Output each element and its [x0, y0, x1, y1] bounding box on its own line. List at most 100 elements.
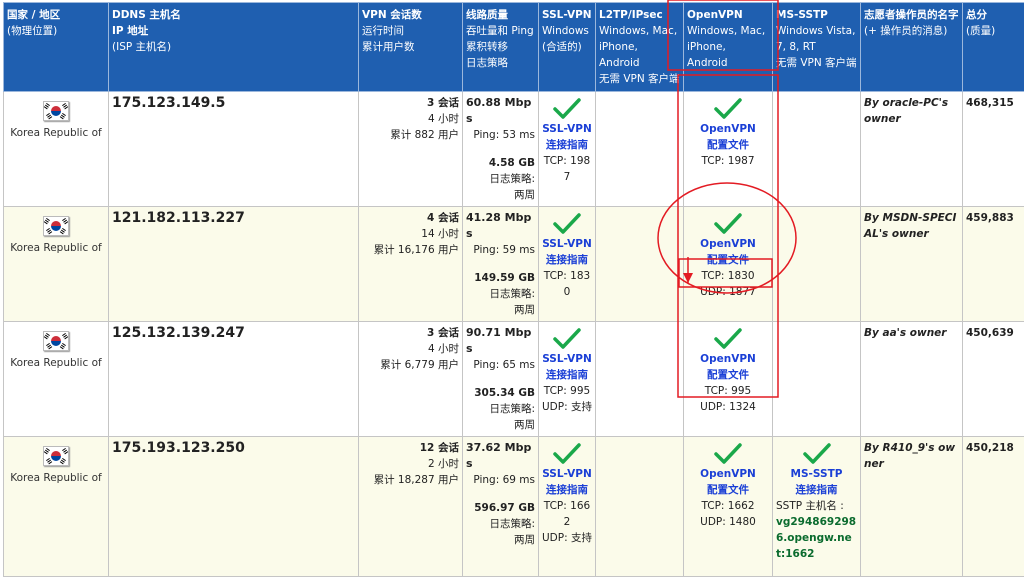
openvpn-udp-port: UDP: 1877 — [700, 286, 756, 298]
ssl-vpn-cell: SSL-VPN连接指南TCP: 1987 — [539, 92, 596, 207]
openvpn-tcp-port: TCP: 1830 — [701, 270, 754, 282]
table-row: Korea Republic of175.123.149.53 会话4 小时累计… — [4, 92, 1024, 207]
uptime: 4 小时 — [428, 343, 459, 355]
header-country[interactable]: 国家 / 地区(物理位置) — [4, 3, 109, 92]
country-name: Korea Republic of — [10, 242, 101, 254]
ssl-tcp-port: TCP: 995 — [544, 385, 590, 397]
score-cell: 459,883 — [963, 207, 1024, 322]
log-policy-label: 日志策略: — [466, 171, 535, 187]
openvpn-config-link[interactable]: 配置文件 — [687, 367, 769, 383]
openvpn-udp-port: UDP: 1480 — [700, 516, 756, 528]
ssl-guide-link[interactable]: 连接指南 — [542, 137, 592, 153]
score: 468,315 — [966, 97, 1014, 109]
openvpn-link[interactable]: OpenVPN — [687, 236, 769, 252]
ms-sstp-cell — [773, 92, 861, 207]
log-policy: 两周 — [466, 302, 535, 318]
header-score[interactable]: 总分(质量) — [963, 3, 1024, 92]
openvpn-cell: OpenVPN配置文件TCP: 1987 — [684, 92, 773, 207]
session-count: 3 会话 — [427, 97, 459, 109]
openvpn-check-icon — [713, 327, 743, 351]
header-line-quality[interactable]: 线路质量吞吐量和 Ping累积转移日志策略 — [463, 3, 539, 92]
cumulative-users: 累计 16,176 用户 — [374, 244, 459, 256]
openvpn-tcp-port: TCP: 1662 — [701, 500, 754, 512]
line-quality-cell: 37.62 MbpsPing: 69 ms596.97 GB日志策略:两周 — [463, 437, 539, 577]
ssl-vpn-link[interactable]: SSL-VPN — [542, 236, 592, 252]
openvpn-config-link[interactable]: 配置文件 — [687, 482, 769, 498]
transfer: 149.59 GB — [466, 270, 535, 286]
l2tp-cell — [596, 322, 684, 437]
transfer: 596.97 GB — [466, 500, 535, 516]
header-ddns[interactable]: DDNS 主机名IP 地址(ISP 主机名) — [109, 3, 359, 92]
sessions-cell: 3 会话4 小时累计 882 用户 — [359, 92, 463, 207]
openvpn-link[interactable]: OpenVPN — [687, 351, 769, 367]
openvpn-link[interactable]: OpenVPN — [687, 121, 769, 137]
sstp-hostname: vg2948692986.opengw.net:1662 — [776, 516, 856, 560]
uptime: 4 小时 — [428, 113, 459, 125]
uptime: 14 小时 — [421, 228, 459, 240]
header-openvpn[interactable]: OpenVPNWindows, Mac,iPhone, Android — [684, 3, 773, 92]
cumulative-users: 累计 18,287 用户 — [374, 474, 459, 486]
vpn-server-table: 国家 / 地区(物理位置) DDNS 主机名IP 地址(ISP 主机名) VPN… — [3, 2, 1024, 577]
session-count: 3 会话 — [427, 327, 459, 339]
sstp-link[interactable]: MS-SSTP — [776, 466, 857, 482]
operator-cell: By R410_9's owner — [861, 437, 963, 577]
cumulative-users: 累计 6,779 用户 — [380, 359, 459, 371]
ssl-tcp-port: TCP: 1662 — [544, 500, 590, 528]
throughput: 37.62 Mbps — [466, 441, 531, 470]
log-policy-label: 日志策略: — [466, 286, 535, 302]
ping: Ping: 69 ms — [466, 472, 535, 488]
score-cell: 468,315 — [963, 92, 1024, 207]
header-ssl-vpn[interactable]: SSL-VPNWindows(合适的) — [539, 3, 596, 92]
openvpn-config-link[interactable]: 配置文件 — [687, 137, 769, 153]
line-quality-cell: 41.28 MbpsPing: 59 ms149.59 GB日志策略:两周 — [463, 207, 539, 322]
operator-name: By MSDN-SPECIAL's owner — [864, 212, 956, 240]
log-policy: 两周 — [466, 187, 535, 203]
openvpn-check-icon — [713, 442, 743, 466]
ms-sstp-cell — [773, 322, 861, 437]
line-quality-cell: 60.88 MbpsPing: 53 ms4.58 GB日志策略:两周 — [463, 92, 539, 207]
ssl-vpn-link[interactable]: SSL-VPN — [542, 351, 592, 367]
score: 459,883 — [966, 212, 1014, 224]
header-sessions[interactable]: VPN 会话数运行时间累计用户数 — [359, 3, 463, 92]
header-ms-sstp[interactable]: MS-SSTPWindows Vista,7, 8, RT无需 VPN 客户端 — [773, 3, 861, 92]
log-policy: 两周 — [466, 417, 535, 433]
openvpn-link[interactable]: OpenVPN — [687, 466, 769, 482]
ssl-check-icon — [552, 97, 582, 121]
header-operator[interactable]: 志愿者操作员的名字(+ 操作员的消息) — [861, 3, 963, 92]
l2tp-cell — [596, 207, 684, 322]
openvpn-cell: OpenVPN配置文件TCP: 995UDP: 1324 — [684, 322, 773, 437]
uptime: 2 小时 — [428, 458, 459, 470]
ssl-guide-link[interactable]: 连接指南 — [542, 482, 592, 498]
ssl-vpn-cell: SSL-VPN连接指南 TCP: 995 UDP: 支持 — [539, 322, 596, 437]
session-count: 4 会话 — [427, 212, 459, 224]
transfer: 305.34 GB — [466, 385, 535, 401]
ssl-vpn-cell: SSL-VPN连接指南TCP: 1830 — [539, 207, 596, 322]
log-policy-label: 日志策略: — [466, 401, 535, 417]
ssl-vpn-link[interactable]: SSL-VPN — [542, 121, 592, 137]
korea-flag-icon — [43, 446, 69, 466]
server-ip: 121.182.113.227 — [112, 210, 245, 226]
table-row: Korea Republic of125.132.139.2473 会话4 小时… — [4, 322, 1024, 437]
l2tp-cell — [596, 437, 684, 577]
operator-cell: By aa's owner — [861, 322, 963, 437]
header-l2tp[interactable]: L2TP/IPsecWindows, Mac,iPhone, Android无需… — [596, 3, 684, 92]
sstp-guide-link[interactable]: 连接指南 — [776, 482, 857, 498]
ssl-guide-link[interactable]: 连接指南 — [542, 367, 592, 383]
throughput: 60.88 Mbps — [466, 96, 531, 125]
server-ip: 175.123.149.5 — [112, 95, 225, 111]
log-policy: 两周 — [466, 532, 535, 548]
sessions-cell: 3 会话 4 小时累计 6,779 用户 — [359, 322, 463, 437]
openvpn-tcp-port: TCP: 995 — [705, 385, 751, 397]
server-ip: 175.193.123.250 — [112, 440, 245, 456]
ping: Ping: 65 ms — [466, 357, 535, 373]
ssl-vpn-cell: SSL-VPN连接指南TCP: 1662UDP: 支持 — [539, 437, 596, 577]
openvpn-config-link[interactable]: 配置文件 — [687, 252, 769, 268]
operator-cell: By oracle-PC's owner — [861, 92, 963, 207]
ssl-vpn-link[interactable]: SSL-VPN — [542, 466, 592, 482]
ssl-guide-link[interactable]: 连接指南 — [542, 252, 592, 268]
session-count: 12 会话 — [420, 442, 459, 454]
openvpn-check-icon — [713, 97, 743, 121]
sstp-check-icon — [802, 442, 832, 466]
ssl-udp-port: UDP: 支持 — [542, 401, 592, 413]
sessions-cell: 12 会话 2 小时累计 18,287 用户 — [359, 437, 463, 577]
